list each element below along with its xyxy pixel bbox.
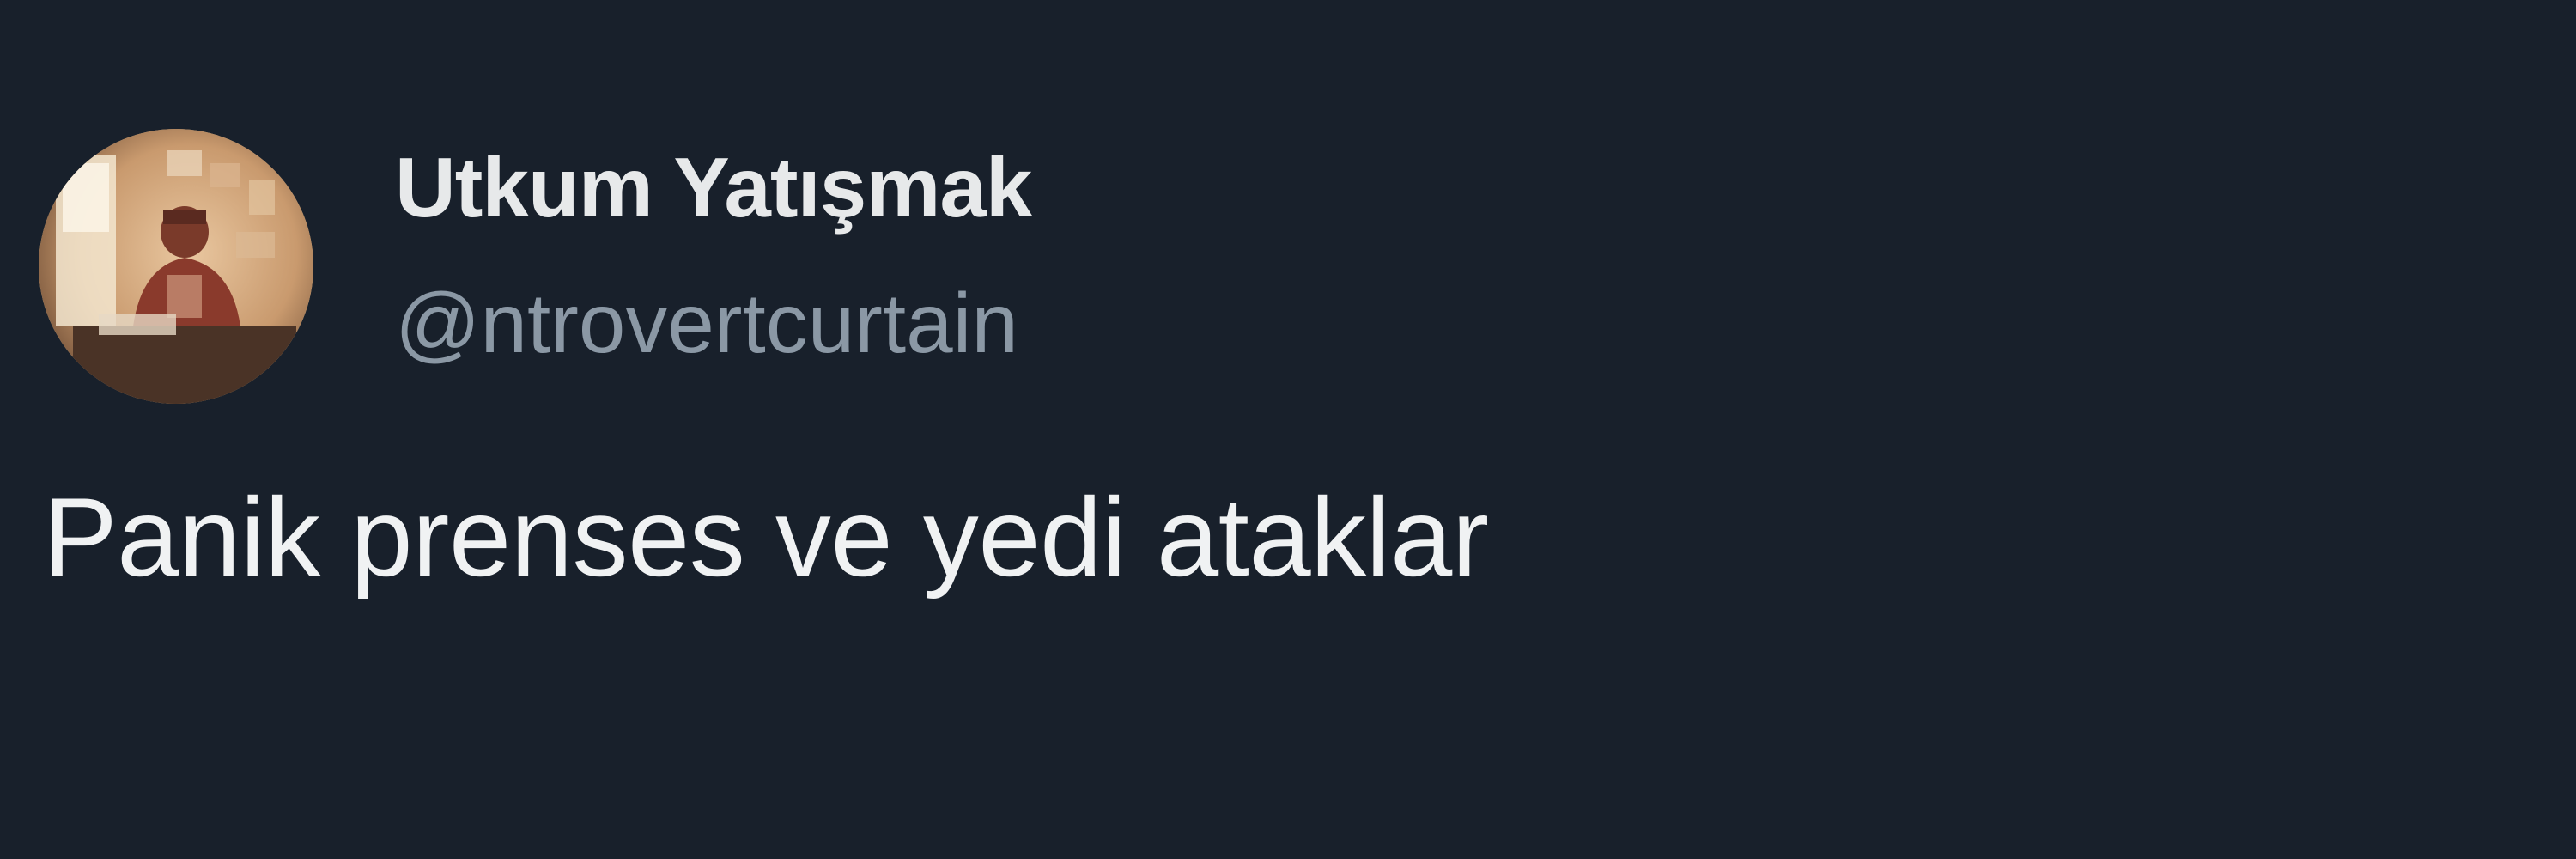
profile-photo-icon <box>39 129 313 404</box>
tweet-text: Panik prenses ve yedi ataklar <box>43 474 1489 600</box>
display-name[interactable]: Utkum Yatışmak <box>395 139 1032 236</box>
avatar[interactable] <box>39 129 313 404</box>
user-handle[interactable]: @ntrovertcurtain <box>395 275 1018 372</box>
tweet-card: Utkum Yatışmak @ntrovertcurtain Panik pr… <box>0 0 2576 859</box>
